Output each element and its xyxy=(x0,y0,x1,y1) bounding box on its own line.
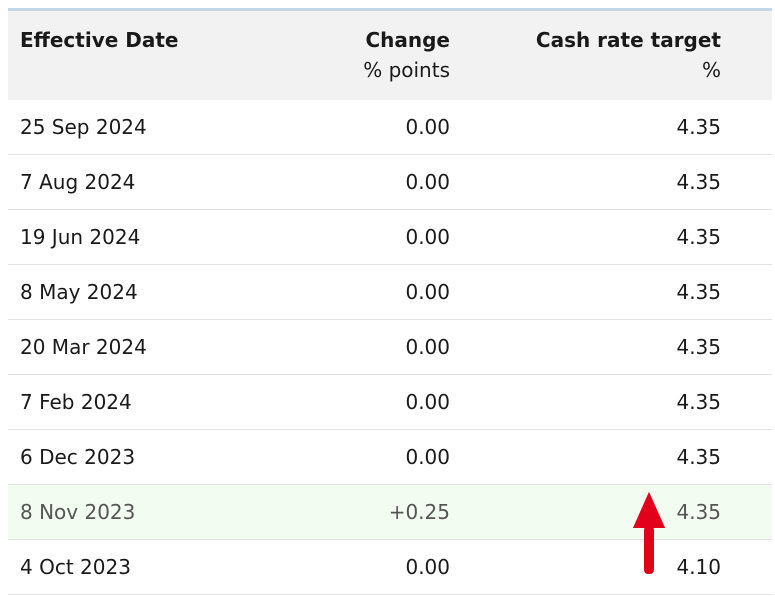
row-change: +0.25 xyxy=(388,500,450,524)
row-rate: 4.35 xyxy=(676,170,721,194)
row-rate: 4.35 xyxy=(676,390,721,414)
table-header: Effective Date Change % points Cash rate… xyxy=(8,11,772,100)
table-row: 7 Aug 2024 0.00 4.35 xyxy=(8,155,772,210)
row-change: 0.00 xyxy=(405,280,450,304)
table-row: 25 Sep 2024 0.00 4.35 xyxy=(8,100,772,155)
row-change: 0.00 xyxy=(405,335,450,359)
arrow-head-fill xyxy=(633,492,665,528)
row-rate: 4.35 xyxy=(676,280,721,304)
row-change: 0.00 xyxy=(405,445,450,469)
row-date: 20 Mar 2024 xyxy=(20,335,147,359)
table-row: 20 Mar 2024 0.00 4.35 xyxy=(8,320,772,375)
table-row: 19 Jun 2024 0.00 4.35 xyxy=(8,210,772,265)
header-cash-rate-target: Cash rate target % xyxy=(536,25,721,85)
row-change: 0.00 xyxy=(405,390,450,414)
header-change: Change % points xyxy=(363,25,450,85)
row-rate: 4.35 xyxy=(676,225,721,249)
header-effective-date: Effective Date xyxy=(20,28,179,52)
row-rate: 4.35 xyxy=(676,335,721,359)
header-rate-label: Cash rate target xyxy=(535,28,721,52)
row-rate: 4.35 xyxy=(676,115,721,139)
row-change: 0.00 xyxy=(405,555,450,579)
table-row: 8 May 2024 0.00 4.35 xyxy=(8,265,772,320)
header-change-label: Change xyxy=(365,28,450,52)
row-change: 0.00 xyxy=(405,170,450,194)
row-date: 4 Oct 2023 xyxy=(20,555,131,579)
row-date: 8 Nov 2023 xyxy=(20,500,136,524)
row-date: 7 Aug 2024 xyxy=(20,170,136,194)
table-row: 7 Feb 2024 0.00 4.35 xyxy=(8,375,772,430)
row-date: 25 Sep 2024 xyxy=(20,115,147,139)
up-arrow-icon xyxy=(633,492,665,574)
row-change: 0.00 xyxy=(405,225,450,249)
row-date: 6 Dec 2023 xyxy=(20,445,136,469)
row-date: 7 Feb 2024 xyxy=(20,390,132,414)
row-rate: 4.10 xyxy=(676,555,721,579)
row-rate: 4.35 xyxy=(676,500,721,524)
row-change: 0.00 xyxy=(405,115,450,139)
header-rate-unit: % xyxy=(701,58,721,82)
arrow-shaft xyxy=(644,526,654,574)
header-change-unit: % points xyxy=(363,58,450,82)
row-date: 19 Jun 2024 xyxy=(20,225,141,249)
table-row: 6 Dec 2023 0.00 4.35 xyxy=(8,430,772,485)
cash-rate-page: Effective Date Change % points Cash rate… xyxy=(0,0,775,596)
row-rate: 4.35 xyxy=(676,445,721,469)
row-date: 8 May 2024 xyxy=(20,280,138,304)
